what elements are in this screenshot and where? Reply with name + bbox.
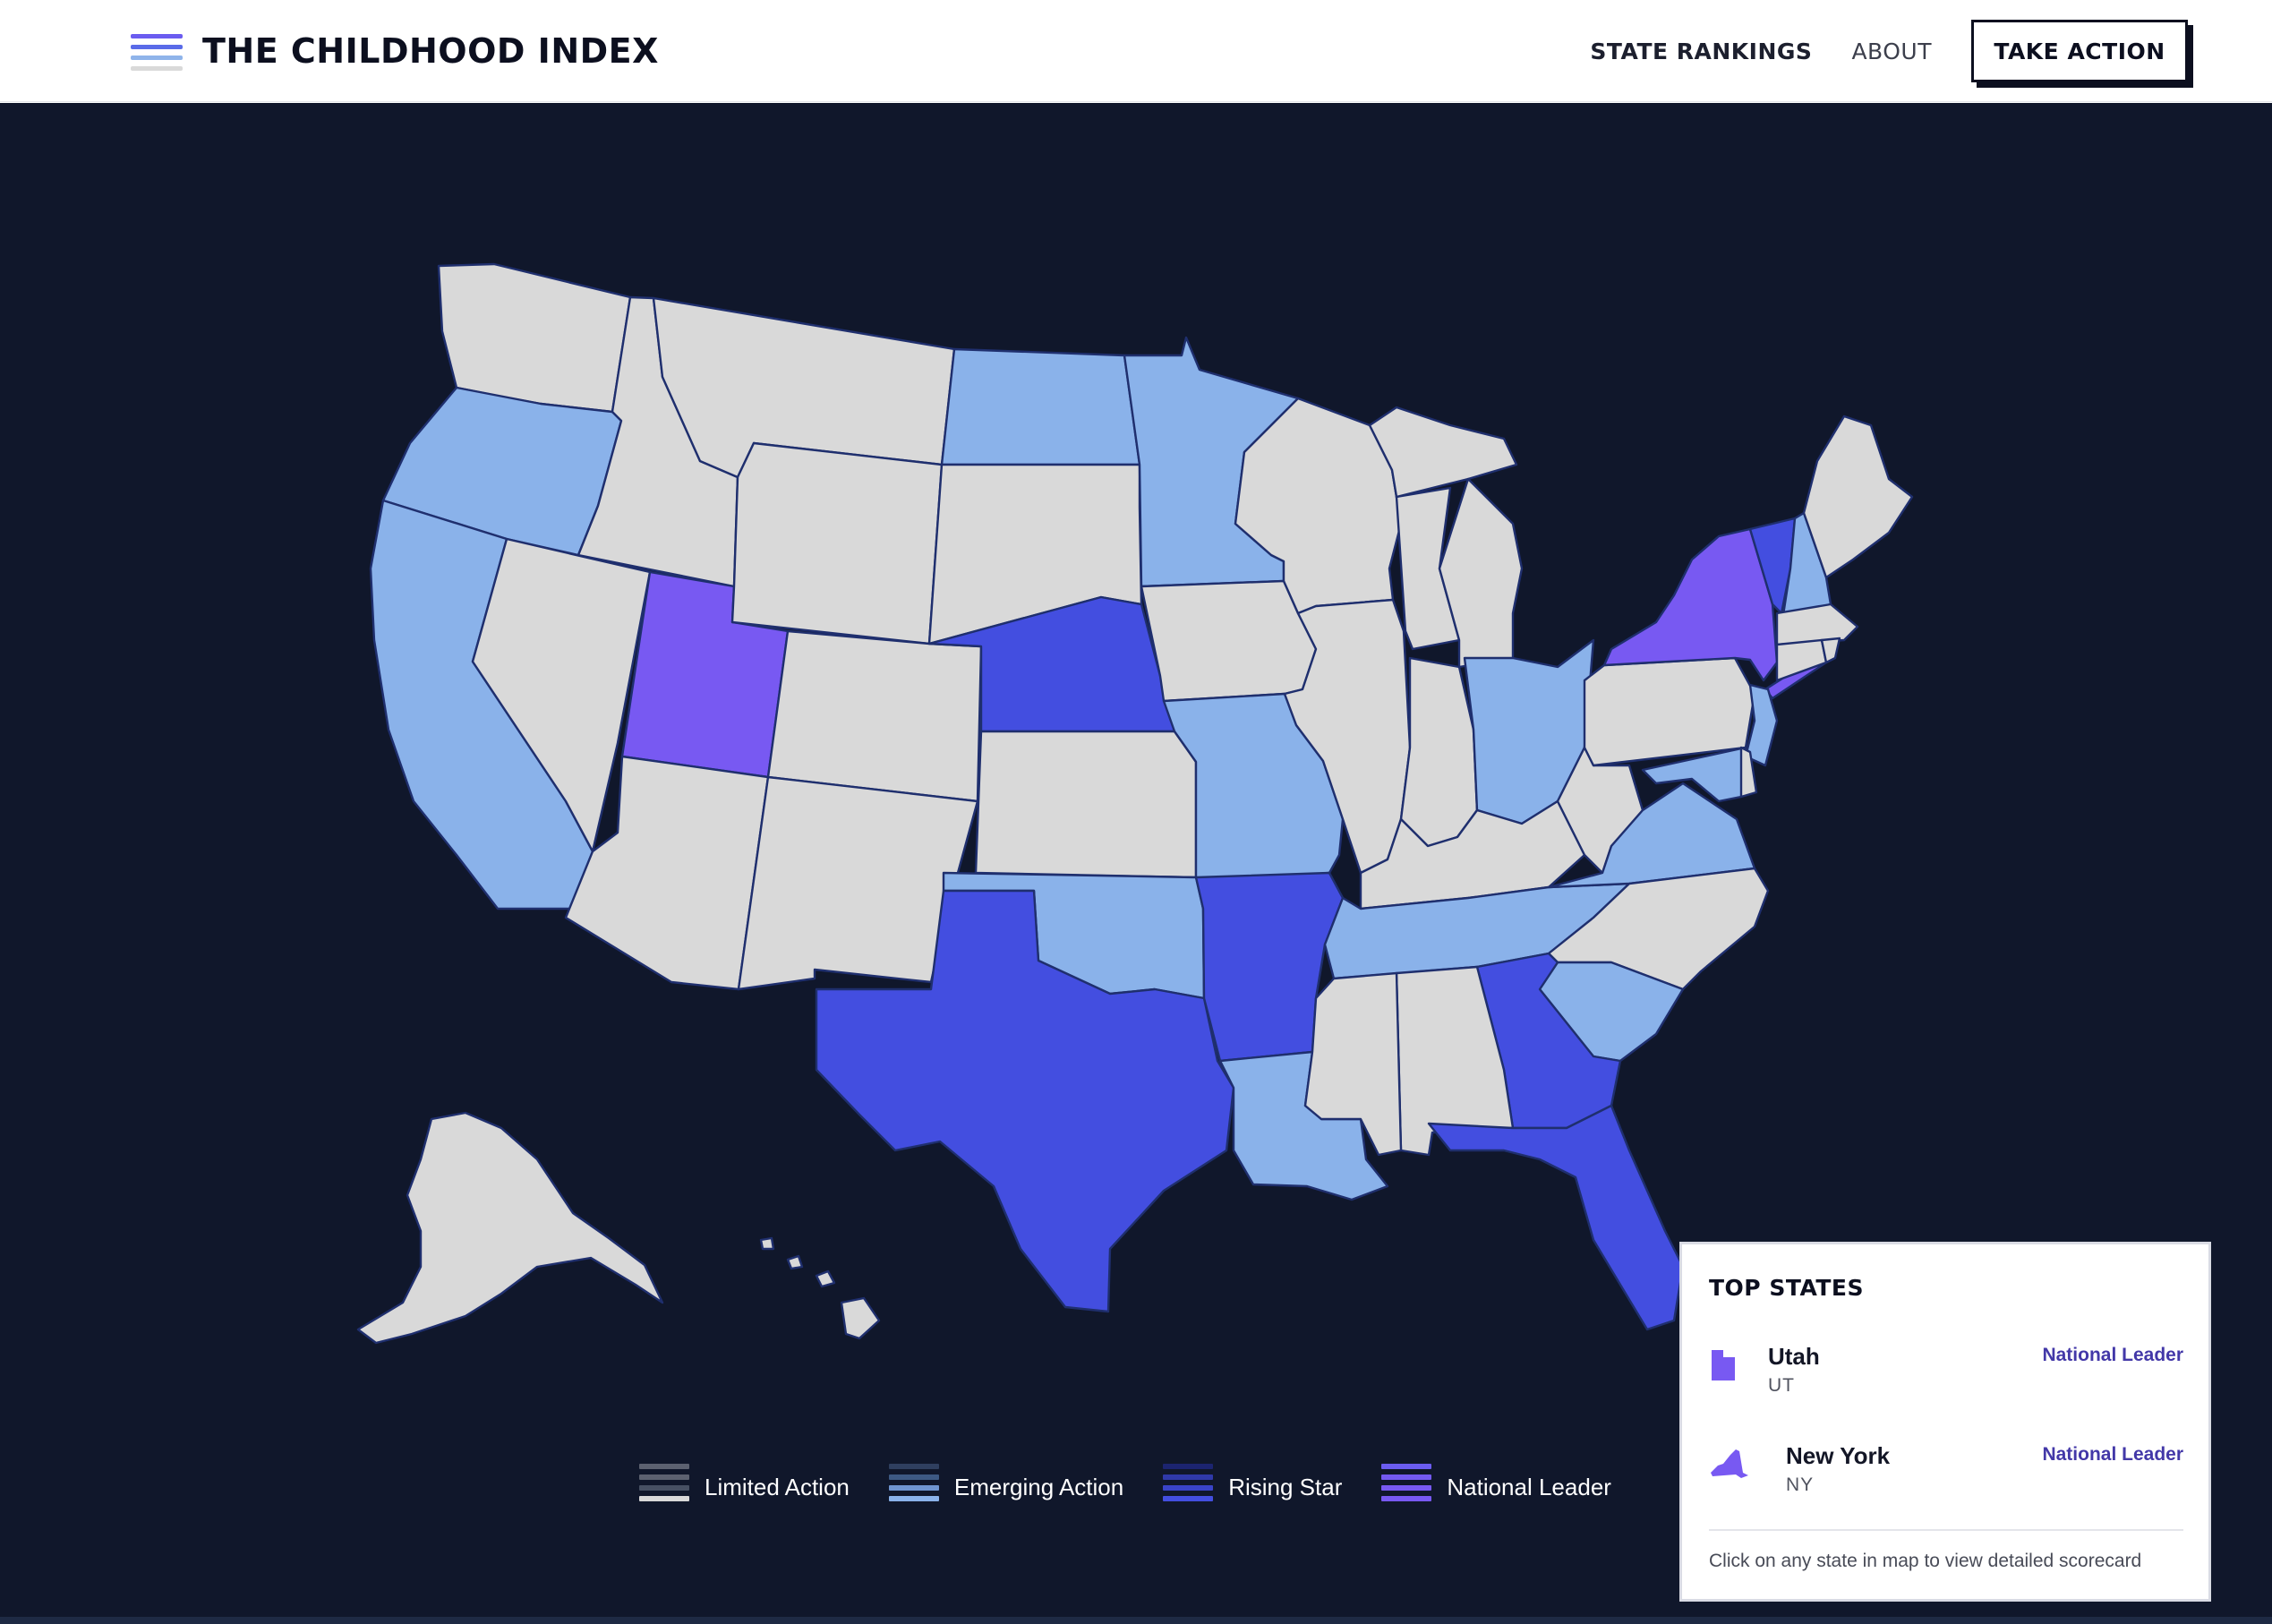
state-pennsylvania[interactable] [1583,656,1756,767]
state-tier-badge: National Leader [2042,1345,2183,1365]
legend-item-emerging-action: Emerging Action [888,1464,1124,1510]
state-hawaii-oahu[interactable] [786,1254,804,1270]
state-alaska[interactable] [356,1111,664,1345]
state-name: New York [1786,1442,1891,1469]
site-title: THE CHILDHOOD INDEX [202,31,659,71]
legend-label: Emerging Action [953,1473,1124,1500]
state-kansas[interactable] [974,730,1198,879]
state-abbr: NY [1786,1474,1815,1495]
state-tier-badge: National Leader [2042,1444,2183,1465]
logo-stripe [131,66,183,71]
main-nav: STATE RANKINGS ABOUT TAKE ACTION [1590,20,2188,82]
state-north-dakota[interactable] [940,347,1141,466]
logo-stripe [131,34,183,38]
state-maine[interactable] [1802,415,1914,579]
top-states-panel: TOP STATES Utah UT National Leader New Y… [1679,1242,2211,1602]
legend-label: Rising Star [1228,1473,1343,1500]
map-click-hint: Click on any state in map to view detail… [1709,1551,2142,1571]
nav-state-rankings[interactable]: STATE RANKINGS [1590,38,1812,64]
state-wyoming[interactable] [730,441,944,645]
top-state-new-york[interactable]: New York NY National Leader [1709,1433,2183,1505]
legend-item-limited-action: Limited Action [639,1464,850,1510]
state-iowa[interactable] [1140,579,1318,703]
top-states-title: TOP STATES [1709,1275,1864,1301]
legend-label: Limited Action [705,1473,850,1500]
state-rhode-island[interactable] [1820,637,1841,664]
legend-swatch-icon [639,1464,689,1510]
state-colorado[interactable] [766,629,983,803]
site-header: THE CHILDHOOD INDEX STATE RANKINGS ABOUT… [0,0,2272,102]
state-name: Utah [1768,1343,1820,1370]
state-hawaii-big-island[interactable] [840,1296,881,1340]
legend-swatch-icon [1381,1464,1432,1510]
state-massachusetts[interactable] [1775,603,1859,646]
legend-item-rising-star: Rising Star [1163,1464,1342,1510]
legend-item-national-leader: National Leader [1381,1464,1611,1510]
utah-shape-icon [1712,1350,1735,1380]
logo-stripes-icon [131,30,183,72]
map-legend: Limited Action Emerging Action Rising St… [639,1464,1651,1510]
logo-stripe [131,45,183,49]
state-indiana[interactable] [1399,656,1479,848]
legend-label: National Leader [1447,1473,1611,1500]
legend-swatch-icon [1163,1464,1214,1510]
panel-divider [1709,1529,2183,1531]
map-area: Limited Action Emerging Action Rising St… [0,103,2272,1617]
state-abbr: UT [1768,1375,1795,1396]
top-state-utah[interactable]: Utah UT National Leader [1709,1334,2183,1406]
logo-stripe [131,56,183,60]
state-new-york[interactable] [1602,527,1779,682]
new-york-shape-icon [1711,1449,1748,1478]
state-hawaii-kauai[interactable] [759,1236,775,1251]
legend-swatch-icon [888,1464,939,1510]
take-action-button[interactable]: TAKE ACTION [1971,20,2188,82]
state-hawaii-maui[interactable] [815,1269,836,1288]
footer-strip [0,1617,2272,1624]
site-logo[interactable]: THE CHILDHOOD INDEX [131,27,659,75]
state-florida[interactable] [1427,1104,1685,1331]
nav-about[interactable]: ABOUT [1851,38,1932,64]
